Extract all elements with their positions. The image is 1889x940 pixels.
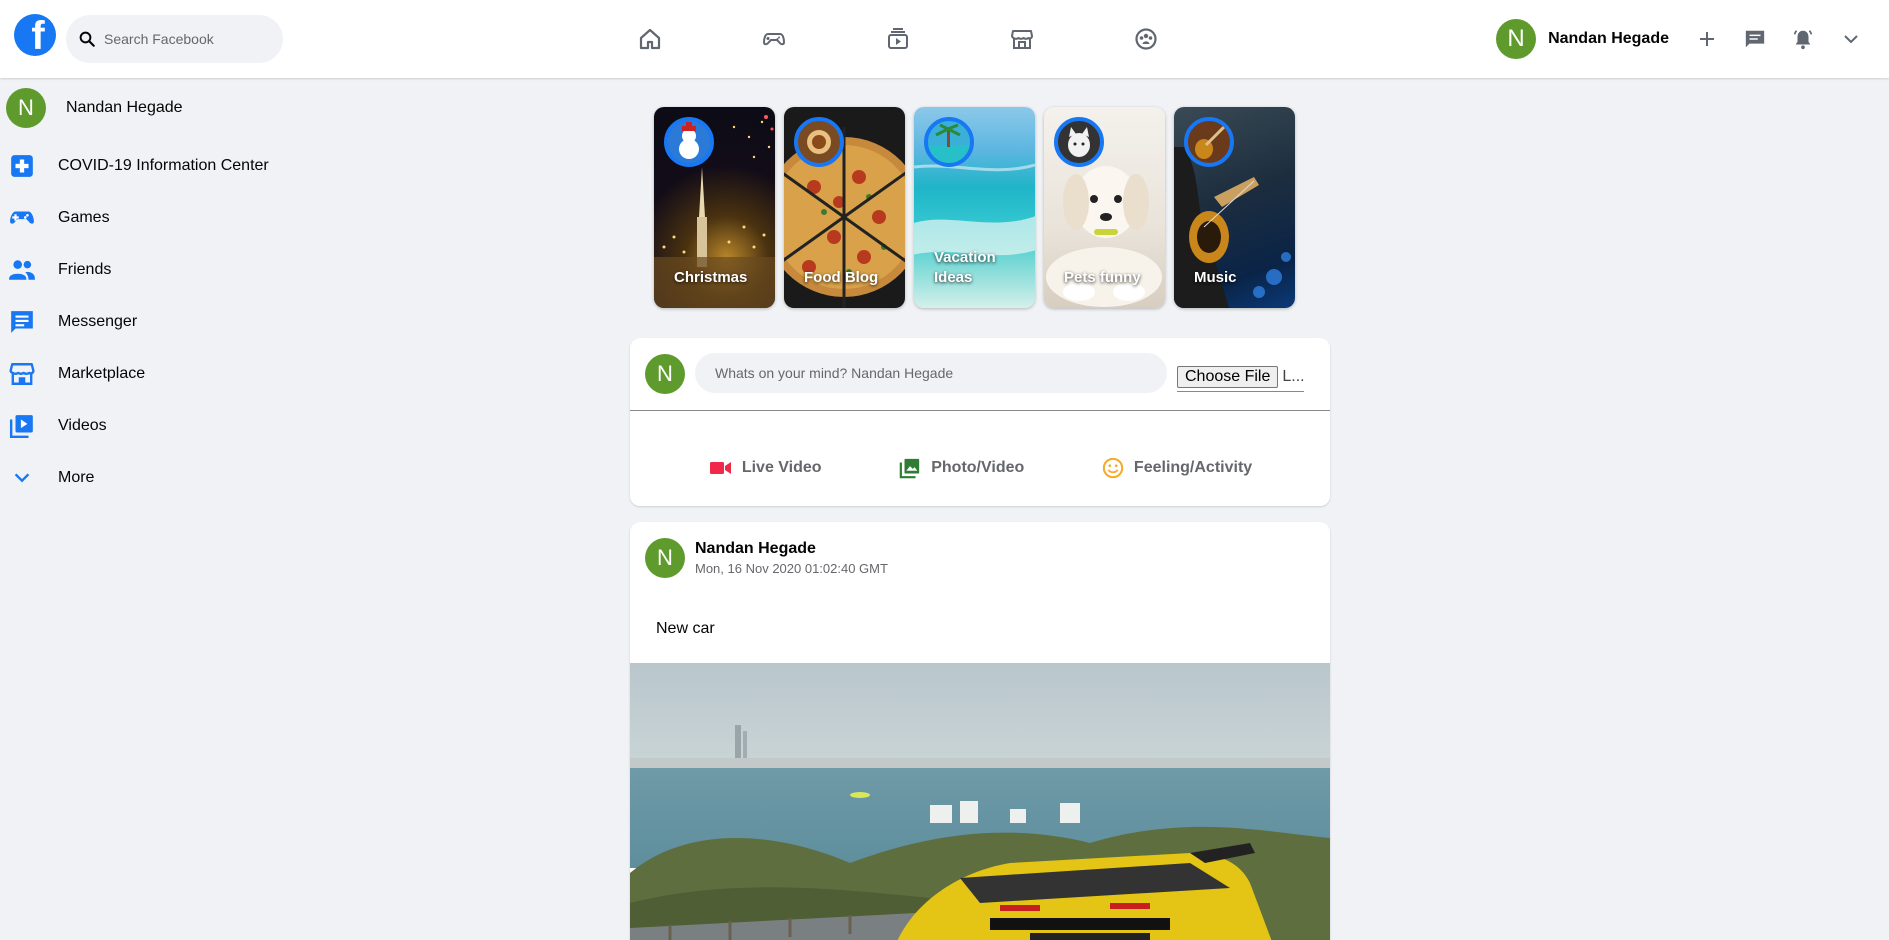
bell-icon (1793, 30, 1813, 50)
sidebar-item-videos[interactable]: Videos (0, 400, 330, 452)
story-label: Pets funny (1064, 269, 1141, 286)
left-sidebar: N Nandan Hegade COVID-19 Information Cen… (0, 86, 330, 504)
friends-icon (8, 256, 36, 284)
create-button[interactable] (1683, 19, 1731, 59)
feed-post: N Nandan Hegade Mon, 16 Nov 2020 01:02:4… (630, 522, 1330, 940)
story-card-music[interactable]: Music (1174, 107, 1295, 308)
sidebar-item-games[interactable]: Games (0, 192, 330, 244)
sidebar-profile[interactable]: N Nandan Hegade (0, 86, 330, 130)
action-label: Feeling/Activity (1133, 459, 1253, 476)
sidebar-item-label: More (58, 469, 95, 486)
photo-video-button[interactable]: Photo/Video (897, 455, 1024, 481)
divider (630, 410, 1330, 411)
sidebar-item-friends[interactable]: Friends (0, 244, 330, 296)
header-avatar[interactable]: N (1496, 19, 1537, 59)
story-card-food-blog[interactable]: Food Blog (784, 107, 905, 308)
composer-actions: Live Video Photo/Video Feeling/Activity (630, 438, 1330, 498)
photo-icon (897, 455, 923, 481)
smiley-icon (1100, 455, 1126, 481)
search-icon (79, 31, 95, 47)
nav-watch[interactable] (868, 20, 928, 58)
header-account-area: N Nandan Hegade (1496, 0, 1889, 78)
story-label: Vacation Ideas (934, 249, 996, 286)
story-avatar (1054, 117, 1104, 167)
video-library-icon (8, 412, 36, 440)
composer-avatar: N (645, 354, 685, 394)
sidebar-item-label: Games (58, 209, 110, 226)
messenger-button[interactable] (1731, 19, 1779, 59)
choose-file-button[interactable]: Choose File (1177, 365, 1279, 388)
gaming-icon (762, 33, 786, 46)
post-image[interactable] (630, 663, 1330, 940)
file-status-text: L... (1282, 367, 1304, 385)
store-icon (8, 360, 36, 388)
story-label: Christmas (674, 269, 748, 286)
search-input[interactable] (104, 31, 264, 47)
nav-marketplace[interactable] (992, 20, 1052, 58)
main-nav (620, 20, 1240, 58)
post-timestamp[interactable]: Mon, 16 Nov 2020 01:02:40 GMT (695, 561, 888, 576)
video-camera-icon (708, 455, 734, 481)
story-label: Food Blog (804, 269, 879, 286)
search-box[interactable] (66, 15, 283, 63)
sidebar-item-marketplace[interactable]: Marketplace (0, 348, 330, 400)
plus-icon (1700, 32, 1714, 46)
post-composer: N Choose File L... Live Video Photo/Vide… (630, 338, 1330, 506)
top-navbar: f N Nandan Hegade (0, 0, 1889, 78)
nav-groups[interactable] (1116, 20, 1176, 58)
notifications-button[interactable] (1779, 19, 1827, 59)
sidebar-user-name: Nandan Hegade (66, 99, 183, 116)
story-card-pets-funny[interactable]: Pets funny (1044, 107, 1165, 308)
home-icon (639, 28, 661, 50)
sidebar-item-label: Videos (58, 417, 107, 434)
action-label: Photo/Video (931, 459, 1025, 476)
sidebar-item-label: COVID-19 Information Center (58, 157, 269, 174)
sidebar-item-messenger[interactable]: Messenger (0, 296, 330, 348)
stories-row: Christmas Food Blog Vacation Ideas Pets … (654, 107, 1304, 308)
live-video-button[interactable]: Live Video (708, 455, 822, 481)
account-menu-button[interactable] (1827, 19, 1875, 59)
chevron-down-icon (1844, 35, 1858, 44)
story-avatar (924, 117, 974, 167)
sidebar-avatar: N (6, 88, 46, 128)
file-upload[interactable]: Choose File L... (1177, 362, 1304, 392)
message-icon (8, 308, 36, 336)
story-card-vacation-ideas[interactable]: Vacation Ideas (914, 107, 1035, 308)
gamepad-icon (8, 204, 36, 232)
watch-icon (888, 28, 908, 49)
nav-gaming[interactable] (744, 20, 804, 58)
status-input[interactable] (695, 353, 1167, 393)
story-label: Music (1194, 269, 1237, 286)
chat-icon (1745, 30, 1765, 48)
story-avatar (664, 117, 714, 167)
post-text: New car (656, 620, 715, 637)
action-label: Live Video (741, 459, 822, 476)
sidebar-item-label: Marketplace (58, 365, 146, 382)
feeling-activity-button[interactable]: Feeling/Activity (1100, 455, 1252, 481)
facebook-logo[interactable]: f (14, 14, 56, 56)
story-avatar (794, 117, 844, 167)
header-user-name[interactable]: Nandan Hegade (1548, 30, 1669, 48)
sidebar-item-more[interactable]: More (0, 452, 330, 504)
story-avatar (1184, 117, 1234, 167)
sidebar-item-label: Messenger (58, 313, 138, 330)
story-card-christmas[interactable]: Christmas (654, 107, 775, 308)
nav-home[interactable] (620, 20, 680, 58)
chevron-down-icon (8, 464, 36, 492)
marketplace-icon (1011, 30, 1033, 49)
sidebar-item-covid[interactable]: COVID-19 Information Center (0, 140, 330, 192)
plus-box-icon (8, 152, 36, 180)
post-avatar[interactable]: N (645, 538, 685, 578)
sidebar-item-label: Friends (58, 261, 112, 278)
post-author[interactable]: Nandan Hegade (695, 540, 816, 558)
groups-icon (1135, 28, 1157, 50)
